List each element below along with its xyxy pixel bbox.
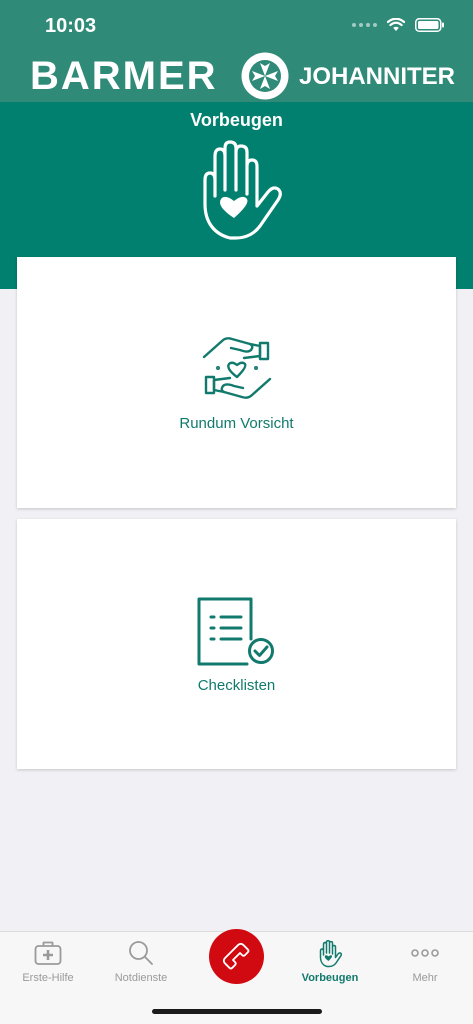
search-icon <box>129 941 153 965</box>
emergency-call-button[interactable] <box>209 929 264 984</box>
home-indicator <box>152 1009 322 1014</box>
wifi-icon <box>387 18 405 31</box>
tab-vorbeugen[interactable]: Vorbeugen <box>285 932 375 992</box>
johanniter-logo: JOHANNITER <box>299 63 456 90</box>
status-icons <box>352 18 445 32</box>
phone-icon <box>222 942 250 970</box>
status-time: 10:03 <box>45 15 97 37</box>
tab-erste-hilfe[interactable]: Erste-Hilfe <box>3 932 93 992</box>
tab-mehr-label: Mehr <box>412 972 438 984</box>
signal-icon <box>352 23 377 27</box>
page-title: Vorbeugen <box>190 110 283 130</box>
checklisten-card[interactable]: Checklisten <box>17 519 456 769</box>
checklisten-label: Checklisten <box>197 677 276 694</box>
more-dots-icon <box>411 949 439 957</box>
first-aid-kit-icon <box>34 941 62 965</box>
checklist-icon <box>197 597 274 666</box>
rundum-vorsicht-label: Rundum Vorsicht <box>179 415 294 432</box>
johanniter-emblem-icon <box>241 52 289 100</box>
tab-vorbeugen-label: Vorbeugen <box>301 972 359 984</box>
barmer-logo: BARMER <box>30 54 218 98</box>
raised-hand-heart-icon <box>203 140 282 240</box>
tab-mehr[interactable]: Mehr <box>380 932 470 992</box>
battery-icon <box>415 18 444 32</box>
tab-erste-hilfe-label: Erste-Hilfe <box>22 972 74 984</box>
hands-heart-icon <box>202 337 271 399</box>
raised-hand-heart-icon <box>319 940 342 968</box>
tab-notdienste-label: Notdienste <box>114 972 168 984</box>
tab-notdienste[interactable]: Notdienste <box>96 932 186 992</box>
rundum-vorsicht-card[interactable]: Rundum Vorsicht <box>17 257 456 508</box>
